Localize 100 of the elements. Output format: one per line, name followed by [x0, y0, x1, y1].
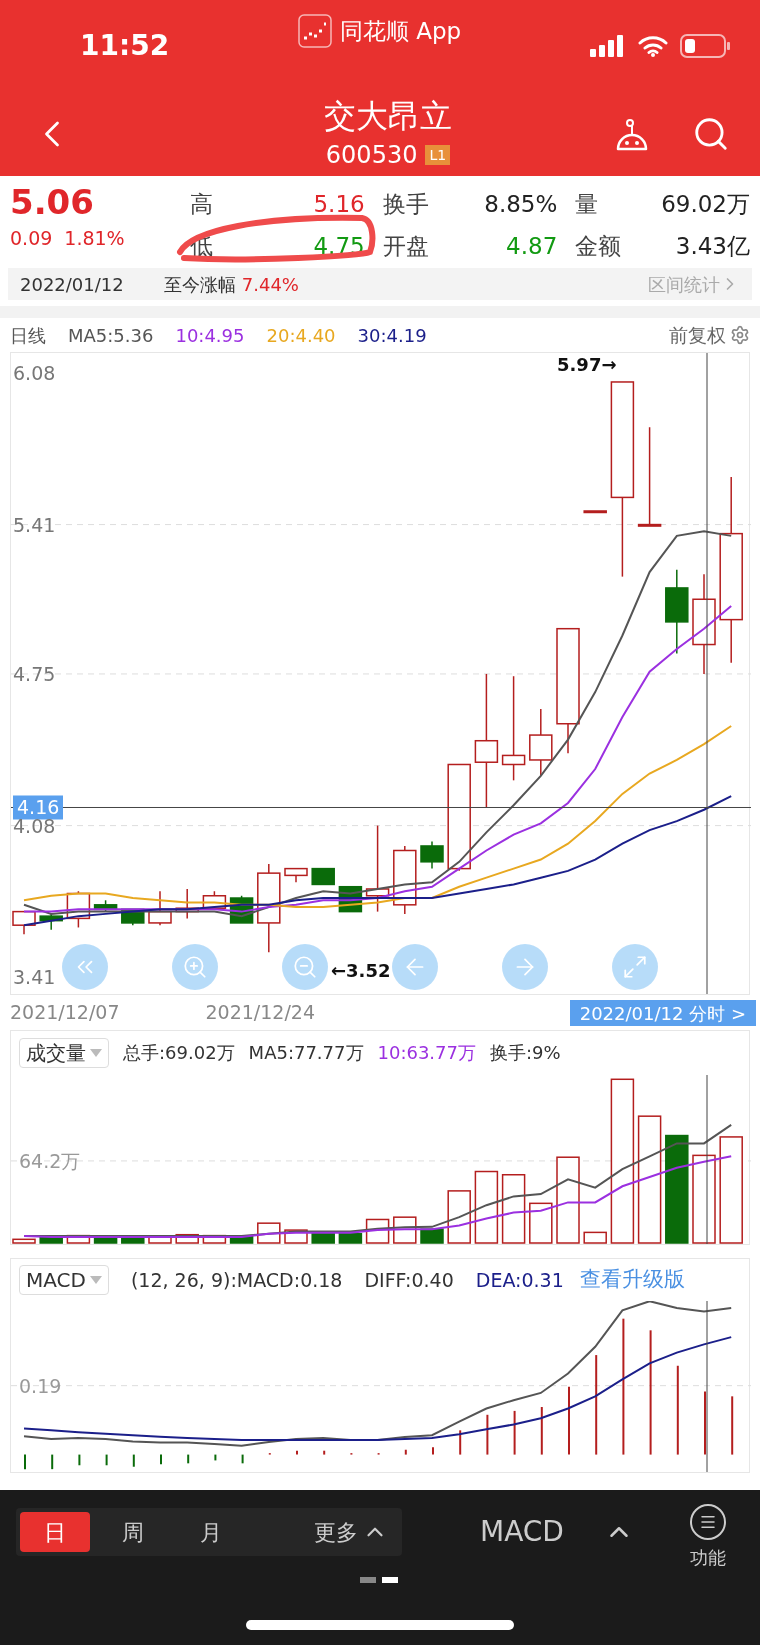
- stat-label: 开盘: [382, 231, 429, 261]
- chart-nav-button[interactable]: [282, 944, 328, 990]
- candlestick: [66, 890, 91, 929]
- ma-legend: 30:4.19: [357, 321, 427, 349]
- function-button[interactable]: 功能: [689, 1503, 726, 1571]
- macd-histogram-bar: [268, 1452, 271, 1456]
- candlestick: [529, 708, 553, 777]
- volume-axis-label: 64.2万: [19, 1149, 81, 1172]
- candlestick: [175, 888, 199, 920]
- macd-histogram-bar: [187, 1453, 190, 1465]
- candlestick: [311, 867, 335, 886]
- stock-name: 交大昂立: [324, 96, 452, 137]
- expand-icon: [622, 954, 648, 980]
- price-change-percent: 1.81%: [64, 226, 125, 251]
- volume-bar: [583, 1231, 607, 1244]
- macd-histogram-bar: [486, 1413, 489, 1456]
- chart-nav-button[interactable]: [612, 944, 658, 990]
- stat-label: 换手: [382, 189, 429, 219]
- volume-bar: [93, 1236, 118, 1244]
- macd-histogram-bar: [132, 1453, 135, 1468]
- volume-bar: [311, 1232, 335, 1244]
- chart-nav-button[interactable]: [172, 944, 218, 990]
- macd-legend: DIFF:0.40: [364, 1265, 454, 1295]
- app-name: 同花顺 App: [339, 16, 462, 46]
- dropdown-caret-icon: [90, 1048, 102, 1057]
- macd-histogram-bar: [214, 1453, 217, 1462]
- candlestick: [284, 867, 308, 883]
- volume-bar: [175, 1233, 199, 1244]
- macd-histogram-bar: [513, 1409, 516, 1456]
- macd-histogram-bar: [540, 1406, 543, 1456]
- price-axis-label: 4.75: [13, 662, 56, 685]
- chart-nav-button[interactable]: [62, 944, 108, 990]
- chart-nav-button[interactable]: [502, 944, 548, 990]
- stat-value: 4.87: [506, 231, 558, 261]
- candlestick: [420, 840, 444, 870]
- price-axis-label: 3.41: [13, 966, 56, 989]
- macd-histogram-bar: [731, 1395, 734, 1456]
- volume-legend: 换手:9%: [490, 1039, 561, 1067]
- volume-bar: [447, 1189, 471, 1244]
- macd-histogram-bar: [78, 1453, 81, 1467]
- macd-histogram-bar: [459, 1429, 462, 1456]
- min-price-marker: ←3.52: [331, 960, 391, 981]
- indicator-selector[interactable]: MACD: [19, 1265, 109, 1295]
- stat-label: 高: [190, 189, 213, 219]
- menu-icon: [689, 1503, 726, 1540]
- stock-code: 600530: [325, 140, 418, 171]
- ma-legend: MA5:5.36: [68, 321, 154, 349]
- volume-bar: [529, 1202, 553, 1244]
- volume-bar: [12, 1238, 36, 1244]
- price-change: 0.09: [10, 226, 53, 251]
- period-tab[interactable]: 周: [98, 1512, 168, 1552]
- macd-histogram-bar: [377, 1452, 380, 1456]
- search-icon[interactable]: [692, 115, 730, 153]
- date-axis-label: 2021/12/24: [205, 1000, 316, 1026]
- battery-icon: [680, 34, 730, 58]
- adjust-button[interactable]: 前复权: [669, 320, 726, 350]
- volume-bar: [121, 1236, 145, 1244]
- price-axis-label: 6.08: [13, 361, 56, 384]
- candlestick: [148, 890, 172, 926]
- stat-label: 量: [575, 189, 599, 219]
- candlestick: [583, 510, 607, 514]
- period-tab[interactable]: 月: [176, 1512, 246, 1552]
- stat-value: 5.16: [313, 189, 365, 219]
- macd-histogram-bar: [241, 1453, 244, 1465]
- settings-icon[interactable]: [730, 325, 750, 345]
- volume-bar: [257, 1222, 281, 1244]
- status-time: 11:52: [80, 28, 170, 64]
- volume-legend: MA5:77.77万: [248, 1039, 364, 1067]
- stat-value: 8.85%: [484, 189, 558, 219]
- current-price: 5.06: [10, 181, 95, 224]
- macd-axis-label: 0.19: [19, 1374, 62, 1397]
- volume-selector[interactable]: 成交量: [19, 1037, 109, 1068]
- crosshair-price-label: 4.16: [13, 795, 63, 820]
- ma-legend: 10:4.95: [175, 321, 245, 349]
- level-badge: L1: [425, 145, 451, 165]
- candlestick: [12, 910, 36, 935]
- page-indicator-icon: [360, 1576, 400, 1584]
- date-axis-label: 2021/12/07: [10, 1000, 120, 1026]
- more-button[interactable]: 更多: [314, 1515, 388, 1549]
- stat-label: 金额: [575, 231, 622, 261]
- macd-histogram-bar: [404, 1448, 407, 1456]
- volume-legend: 总手:69.02万: [123, 1039, 235, 1067]
- wifi-icon: [638, 35, 668, 57]
- zoom-out-icon: [292, 954, 318, 980]
- dropdown-caret-icon: [89, 1276, 102, 1284]
- macd-histogram-bar: [51, 1453, 54, 1471]
- zoom-in-icon: [182, 954, 208, 980]
- stat-value: 3.43亿: [675, 231, 750, 261]
- candlestick: [39, 913, 63, 931]
- indicator-button[interactable]: MACD: [480, 1511, 564, 1553]
- period-tab[interactable]: 日: [20, 1512, 90, 1552]
- chart-nav-button[interactable]: [392, 944, 438, 990]
- volume-bar: [338, 1232, 363, 1244]
- period-label: 日线: [10, 323, 46, 348]
- macd-histogram-bar: [323, 1449, 326, 1456]
- max-price-marker: 5.97→: [557, 354, 617, 375]
- signal-icon: [590, 35, 626, 57]
- stat-value: 69.02万: [661, 189, 750, 219]
- range-value: 7.44%: [241, 272, 299, 297]
- macd-legend: DEA:0.31: [475, 1265, 564, 1295]
